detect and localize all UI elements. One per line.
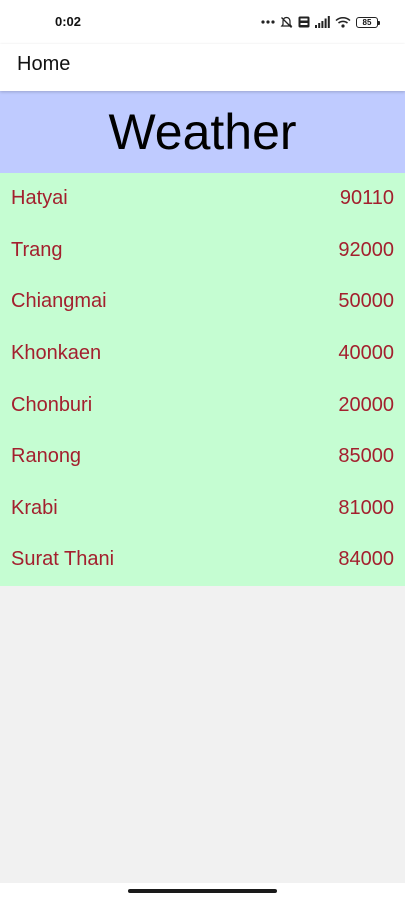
city-name: Trang <box>11 238 63 261</box>
city-name: Chonburi <box>11 393 93 416</box>
weather-header: Weather <box>0 91 405 173</box>
signal-icon <box>315 16 330 28</box>
home-indicator[interactable] <box>128 889 277 893</box>
city-postal-code: 50000 <box>338 290 394 313</box>
city-row-khonkaen[interactable]: Khonkaen 40000 <box>0 328 405 380</box>
city-postal-code: 85000 <box>338 445 394 468</box>
app-bar-title: Home <box>17 53 71 75</box>
city-name: Khonkaen <box>11 342 102 365</box>
city-name: Chiangmai <box>11 290 107 313</box>
page-title: Weather <box>108 104 297 160</box>
city-list: Hatyai 90110 Trang 92000 Chiangmai 50000… <box>0 173 405 586</box>
city-name: Hatyai <box>11 187 68 210</box>
alarm-off-icon <box>280 16 293 29</box>
city-row-chonburi[interactable]: Chonburi 20000 <box>0 379 405 431</box>
status-bar: 0:02 85 <box>0 0 405 44</box>
city-postal-code: 20000 <box>338 393 394 416</box>
more-dots-icon <box>261 19 275 25</box>
battery-level: 85 <box>362 17 372 27</box>
city-row-krabi[interactable]: Krabi 81000 <box>0 483 405 535</box>
battery-icon: 85 <box>356 16 380 28</box>
city-postal-code: 84000 <box>338 548 394 571</box>
city-postal-code: 81000 <box>338 496 394 519</box>
city-row-surat-thani[interactable]: Surat Thani 84000 <box>0 534 405 586</box>
city-postal-code: 40000 <box>338 342 394 365</box>
city-row-ranong[interactable]: Ranong 85000 <box>0 431 405 483</box>
status-time: 0:02 <box>55 14 82 29</box>
app-bar: Home <box>0 44 405 91</box>
city-row-trang[interactable]: Trang 92000 <box>0 225 405 277</box>
city-postal-code: 92000 <box>338 238 394 261</box>
city-name: Krabi <box>11 496 58 519</box>
city-row-chiangmai[interactable]: Chiangmai 50000 <box>0 276 405 328</box>
wifi-icon <box>335 16 351 28</box>
status-icons: 85 <box>261 14 380 30</box>
city-name: Ranong <box>11 445 82 468</box>
city-row-hatyai[interactable]: Hatyai 90110 <box>0 173 405 225</box>
city-postal-code: 90110 <box>339 187 394 210</box>
gesture-nav-area <box>0 883 405 900</box>
volte-icon <box>298 16 310 28</box>
city-name: Surat Thani <box>11 548 115 571</box>
